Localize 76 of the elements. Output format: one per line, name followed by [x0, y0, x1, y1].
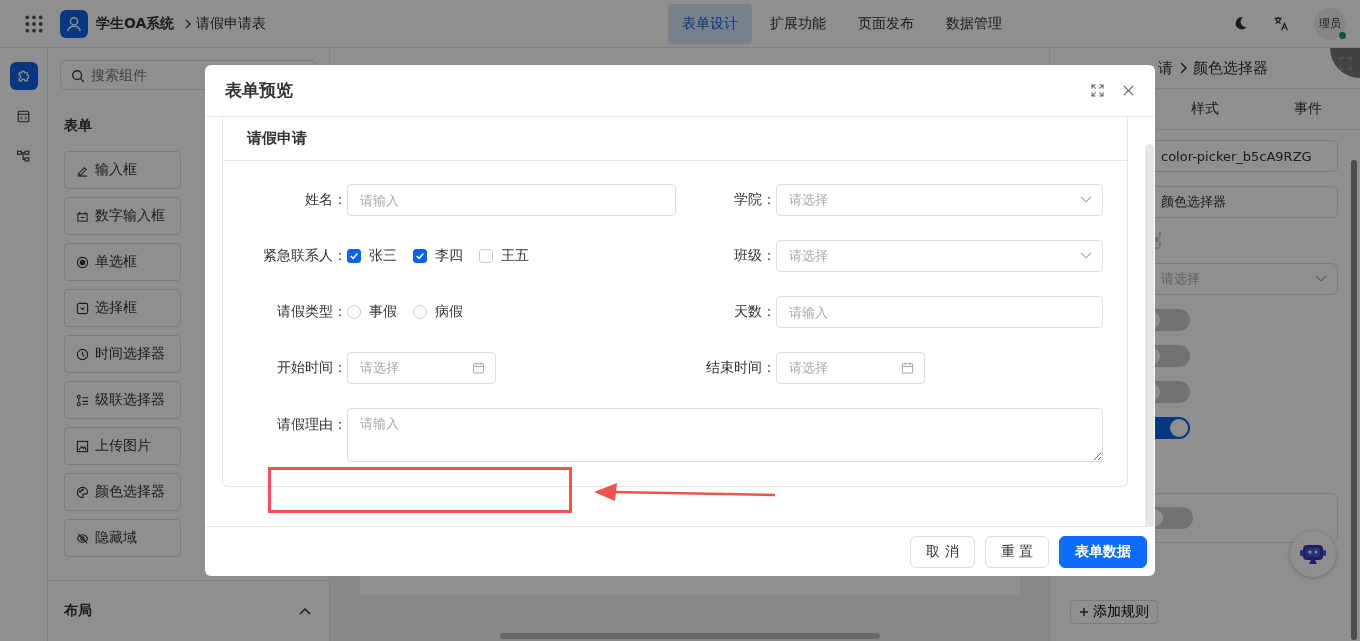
breadcrumb-item[interactable]: 颜色选择器: [1193, 58, 1268, 78]
text-input[interactable]: 请输入: [776, 296, 1103, 328]
number-icon: [76, 209, 89, 223]
panel-tab[interactable]: 样式: [1153, 89, 1257, 129]
chevron-right-icon: [1179, 62, 1187, 74]
field-label: 请假理由：: [276, 416, 347, 434]
checkmark-icon: [349, 251, 359, 261]
field-label: 天数：: [733, 303, 776, 321]
radio-icon: [76, 255, 89, 269]
field-label: 请假类型：: [276, 303, 347, 321]
text-area[interactable]: 请输入: [347, 408, 1103, 462]
component-button[interactable]: 隐藏域: [64, 519, 181, 557]
apps-grid-icon[interactable]: [24, 13, 44, 34]
fullscreen-icon[interactable]: [1330, 48, 1360, 78]
field-label: 开始时间：: [276, 359, 347, 377]
scrollbar[interactable]: [499, 633, 880, 639]
app-name: 学生OA系统: [96, 14, 175, 33]
component-button[interactable]: 选择框: [64, 289, 181, 327]
nav-tab[interactable]: 数据管理: [932, 3, 1017, 44]
chevron-up-icon[interactable]: [299, 607, 311, 615]
option-label: 李四: [435, 247, 463, 265]
page-name: 请假申请表: [196, 14, 267, 33]
form-title: 请假申请: [223, 117, 1127, 161]
fullscreen-icon[interactable]: [1091, 84, 1104, 97]
option-label: 张三: [369, 247, 397, 265]
field-label: 姓名：: [304, 191, 347, 209]
checkbox[interactable]: [413, 249, 427, 263]
field-label: 学院：: [733, 191, 776, 209]
chevron-down-icon: [1315, 275, 1327, 283]
scrollbar[interactable]: [1145, 144, 1154, 526]
user-logo-icon: [60, 9, 88, 38]
chevron-down-icon: [1080, 252, 1092, 260]
close-icon[interactable]: [1122, 84, 1135, 97]
component-button[interactable]: 级联选择器: [64, 381, 181, 419]
component-button[interactable]: 时间选择器: [64, 335, 181, 373]
checkmark-icon: [415, 251, 425, 261]
puzzle-icon[interactable]: [9, 62, 38, 90]
field-label: 班级：: [733, 247, 776, 265]
section-title: 表单: [64, 117, 93, 135]
component-button[interactable]: 数字输入框: [64, 197, 181, 235]
clock-icon: [76, 347, 89, 361]
component-button[interactable]: 输入框: [64, 151, 181, 189]
dialog-button[interactable]: 重 置: [984, 535, 1049, 568]
image-icon: [76, 439, 89, 453]
section-title: 布局: [64, 602, 92, 620]
component-button[interactable]: 单选框: [64, 243, 181, 281]
checkbox[interactable]: [347, 249, 361, 263]
calendar-icon: [472, 361, 485, 375]
option-label: 病假: [435, 303, 463, 321]
option-label: 王五: [501, 247, 529, 265]
text-input[interactable]: 请输入: [347, 184, 676, 216]
palette-icon: [76, 485, 89, 499]
option-label: 事假: [369, 303, 397, 321]
translate-icon[interactable]: [1273, 15, 1290, 32]
select-icon: [76, 301, 89, 315]
eye-off-icon: [76, 531, 89, 545]
nav-tab[interactable]: 页面发布: [844, 3, 929, 44]
calendar-icon: [901, 361, 914, 375]
add-rule-button[interactable]: 添加规则: [1070, 600, 1158, 624]
breadcrumb-item[interactable]: 请: [1158, 58, 1173, 78]
field-label: 结束时间：: [705, 359, 776, 377]
dialog-button[interactable]: 表单数据: [1059, 535, 1147, 568]
cascade-icon: [76, 393, 89, 407]
nav-tab[interactable]: 表单设计: [668, 3, 753, 44]
scrollbar[interactable]: [1351, 160, 1357, 640]
component-button[interactable]: 颜色选择器: [64, 473, 181, 511]
plus-icon: [1079, 607, 1089, 617]
robot-assistant-button[interactable]: [1290, 531, 1336, 577]
user-avatar[interactable]: 理员: [1314, 7, 1346, 40]
field-label: 紧急联系人：: [262, 247, 347, 265]
panel-tab[interactable]: 事件: [1256, 89, 1360, 129]
chevron-right-icon: [184, 18, 192, 29]
dialog-button[interactable]: 取 消: [910, 535, 975, 568]
component-button[interactable]: 上传图片: [64, 427, 181, 465]
chevron-down-icon: [1080, 196, 1092, 204]
nav-tab[interactable]: 扩展功能: [756, 3, 841, 44]
